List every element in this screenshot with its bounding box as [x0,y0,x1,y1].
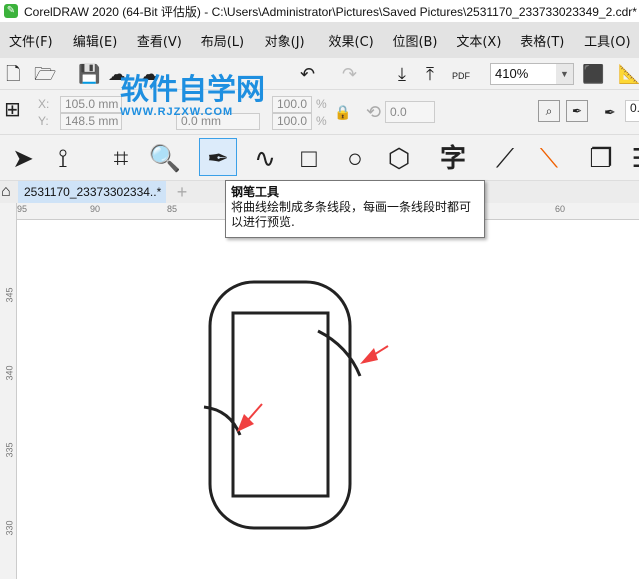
ruler-label: 345 [4,287,15,303]
red-arrow-icon [360,345,389,364]
text-tool-icon[interactable]: 字 [434,139,472,177]
rotate-icon: ⟲ [366,102,382,122]
lock-ratio-icon[interactable]: 🔒 [334,102,351,122]
dimension-tool-icon[interactable]: ⟋ [486,139,524,177]
save-icon[interactable]: 💾 [78,64,100,84]
ruler-label: 330 [4,520,15,536]
scale-x-field[interactable]: 100.0 [272,96,312,113]
menu-file[interactable]: 文件(F) [0,31,64,50]
ruler-label: 340 [4,365,15,381]
y-position-field[interactable]: 148.5 mm [60,113,122,130]
tooltip-title: 钢笔工具 [231,185,280,199]
menu-effects[interactable]: 效果(C) [320,31,384,50]
menu-text[interactable]: 文本(X) [447,31,511,50]
chevron-down-icon[interactable]: ▼ [556,64,573,84]
pen-curve-right[interactable] [317,329,362,377]
zoom-tool-icon[interactable]: 🔍 [146,139,184,177]
ruler-label: 85 [167,204,178,214]
scale-y-field[interactable]: 100.0 [272,113,312,130]
ellipse-tool-icon[interactable]: ○ [336,139,374,177]
more-tools-icon[interactable]: ☷ [624,139,639,177]
shape-tool-icon[interactable]: ⟟ [44,139,82,177]
coreldraw-logo-icon: ✎ [4,4,18,18]
pick-tool-icon[interactable]: ➤ [4,139,42,177]
window-title: CorelDRAW 2020 (64-Bit 评估版) - C:\Users\A… [24,4,637,19]
percent-label: % [316,114,327,128]
rotation-angle-field[interactable]: 0.0 [385,101,435,123]
vertical-ruler[interactable]: 345 340 335 330 [0,203,17,579]
outline-width-field[interactable]: 0. [625,100,639,122]
red-arrow-icon [237,403,263,432]
polygon-tool-icon[interactable]: ⬡ [380,139,418,177]
node-zoom-icon[interactable]: ⌕ [538,100,560,122]
ruler-label: 90 [90,204,101,214]
menu-object[interactable]: 对象(J) [256,31,320,50]
redo-icon[interactable]: ↷ [342,64,357,84]
export-pdf-icon[interactable]: PDF [452,66,470,86]
menu-bar: 文件(F) 编辑(E) 查看(V) 布局(L) 对象(J) 效果(C) 位图(B… [0,22,639,58]
rulers-icon[interactable]: 📐 [618,64,639,84]
crop-tool-icon[interactable]: ⌗ [102,139,140,177]
freehand-tool-icon[interactable]: ∿ [246,139,284,177]
ruler-label: 95 [17,204,28,214]
x-position-field[interactable]: 105.0 mm [60,96,122,113]
menu-view[interactable]: 查看(V) [128,31,192,50]
drop-shadow-tool-icon[interactable]: ❐ [582,139,620,177]
standard-toolbar: 🗋 🗁 💾 ☁ ☁ ↶ ↷ ⤓ ⤒ PDF 410% ▼ ⬛ 📐 [0,58,639,90]
rectangle-tool-icon[interactable]: □ [290,139,328,177]
watermark-title: 软件自学网 [120,74,266,106]
pen-tool-icon[interactable]: ✒ [199,138,237,176]
toolbox: ➤ ⟟ ⌗ 🔍 ✒ ∿ □ ○ ⬡ 字 ⟋ ⟍ ❐ ☷ [0,135,639,181]
percent-label: % [316,97,327,111]
menu-tools[interactable]: 工具(O) [575,31,639,50]
menu-layout[interactable]: 布局(L) [192,31,256,50]
export-icon[interactable]: ⤒ [426,64,434,84]
menu-edit[interactable]: 编辑(E) [64,31,128,50]
property-bar: ⊞ X: Y: 105.0 mm 148.5 mm 0.0 mm 100.0 1… [0,90,639,135]
pen-check-icon[interactable]: ✒ [566,100,588,122]
undo-icon[interactable]: ↶ [300,64,315,84]
menu-bitmaps[interactable]: 位图(B) [383,31,447,50]
document-tab[interactable]: 2531170_23373302334..* [18,181,166,203]
reference-point-icon[interactable]: ⊞ [4,100,21,120]
ruler-label: 60 [555,204,566,214]
outline-pen-icon: ✒ [604,104,616,120]
import-icon[interactable]: ⤓ [398,64,406,84]
ruler-label: 335 [4,442,15,458]
x-label: X: [38,97,50,111]
y-label: Y: [38,114,49,128]
watermark: 软件自学网 WWW.RJZXW.COM [120,74,265,118]
tooltip: 钢笔工具 将曲线绘制成多条线段，每画一条线段时都可以进行预览. [225,180,485,238]
new-document-icon[interactable]: 🗋 [6,64,20,84]
open-folder-icon[interactable]: 🗁 [34,64,56,84]
rounded-rectangle-shape[interactable] [208,280,352,530]
pen-curve-left[interactable] [203,405,242,436]
connector-tool-icon[interactable]: ⟍ [530,139,568,177]
full-screen-icon[interactable]: ⬛ [582,64,604,84]
watermark-url: WWW.RJZXW.COM [120,106,234,118]
add-tab-button[interactable]: + [172,181,192,203]
rectangle-shape[interactable] [231,311,330,498]
tooltip-body: 将曲线绘制成多条线段，每画一条线段时都可以进行预览. [231,200,472,229]
menu-table[interactable]: 表格(T) [511,31,575,50]
title-bar: ✎ CorelDRAW 2020 (64-Bit 评估版) - C:\Users… [0,0,639,22]
home-icon[interactable]: ⌂ [1,182,11,202]
